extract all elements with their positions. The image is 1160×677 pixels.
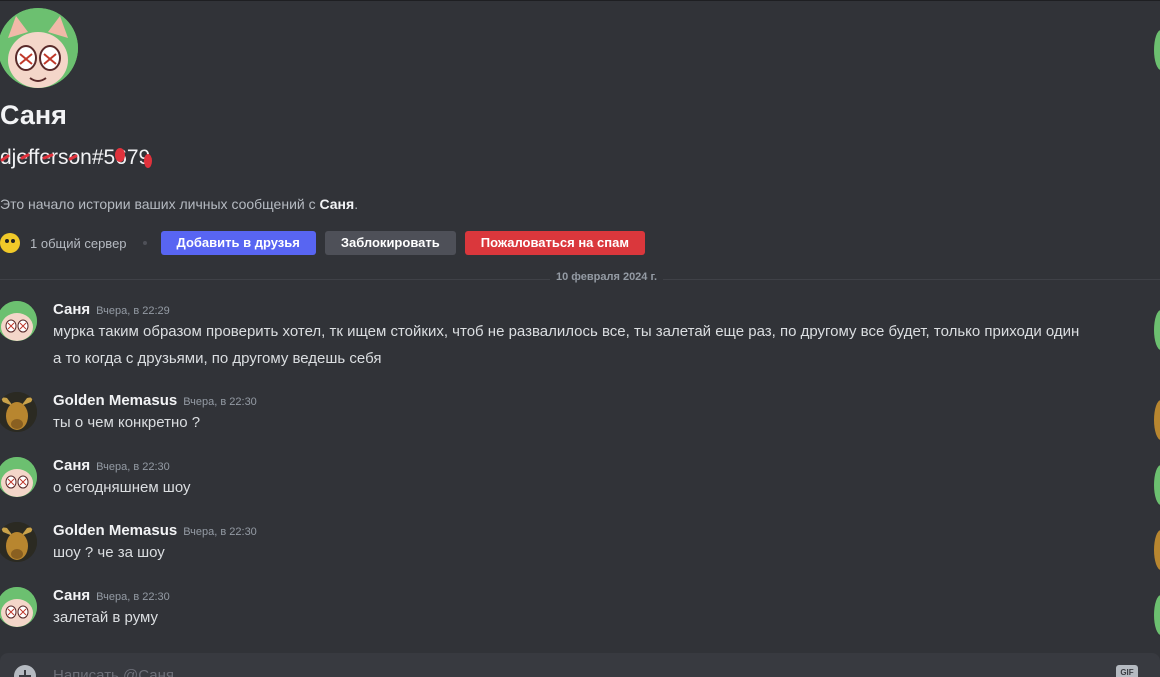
edge-avatar bbox=[1154, 30, 1160, 70]
edge-avatar bbox=[1154, 465, 1160, 505]
message-content: залетай в руму bbox=[53, 604, 1093, 631]
message-content: мурка таким образом проверить хотел, тк … bbox=[53, 318, 1093, 372]
message-line: мурка таким образом проверить хотел, тк … bbox=[53, 323, 1080, 340]
edge-avatar bbox=[1154, 530, 1160, 570]
edge-avatar bbox=[1154, 595, 1160, 635]
mutual-servers[interactable]: 1 общий сервер bbox=[30, 236, 127, 251]
message-line: залетай в руму bbox=[53, 609, 159, 626]
dm-channel: Саня djefferson#5679 Это начало истории … bbox=[0, 0, 1160, 677]
message-line: шоу ? че за шоу bbox=[53, 544, 165, 561]
message-line: о сегодняшнем шоу bbox=[53, 479, 191, 496]
message-input[interactable] bbox=[53, 665, 1053, 677]
add-friend-button[interactable]: Добавить в друзья bbox=[160, 231, 316, 255]
avatar[interactable] bbox=[0, 392, 37, 432]
message-content: шоу ? че за шоу bbox=[53, 539, 1093, 566]
avatar[interactable] bbox=[0, 587, 37, 627]
report-spam-button[interactable]: Пожаловаться на спам bbox=[464, 231, 645, 255]
avatar[interactable] bbox=[0, 301, 37, 341]
avatar[interactable] bbox=[0, 457, 37, 497]
gif-icon[interactable]: GIF bbox=[1116, 665, 1138, 677]
message-author[interactable]: Саня bbox=[53, 587, 90, 604]
message-author[interactable]: Саня bbox=[53, 457, 90, 474]
server-icon[interactable] bbox=[0, 233, 20, 253]
message-timestamp: Вчера, в 22:30 bbox=[96, 591, 170, 603]
message-timestamp: Вчера, в 22:29 bbox=[96, 305, 170, 317]
message-timestamp: Вчера, в 22:30 bbox=[183, 396, 257, 408]
right-panel-edge bbox=[1154, 0, 1160, 677]
profile-handle: djefferson#5679 bbox=[0, 146, 151, 169]
message-content: о сегодняшнем шоу bbox=[53, 474, 1093, 501]
edge-avatar bbox=[1154, 400, 1160, 440]
dm-intro-name: Саня bbox=[319, 196, 355, 212]
date-divider-label: 10 февраля 2024 г. bbox=[550, 271, 664, 283]
edge-avatar bbox=[1154, 310, 1160, 350]
message-content: ты о чем конкретно ? bbox=[53, 409, 1093, 436]
profile-name: Саня bbox=[0, 100, 67, 130]
dm-intro-text: Это начало истории ваших личных сообщени… bbox=[0, 196, 359, 212]
block-button[interactable]: Заблокировать bbox=[324, 231, 456, 255]
message-line: ты о чем конкретно ? bbox=[53, 414, 201, 431]
message-composer: GIF bbox=[0, 653, 1160, 677]
profile-avatar[interactable] bbox=[0, 8, 78, 88]
profile-actions: 1 общий сервер Добавить в друзья Заблоки… bbox=[0, 231, 645, 255]
message-line: а то когда с друзьями, по другому ведешь… bbox=[53, 350, 382, 367]
message-author[interactable]: Саня bbox=[53, 301, 90, 318]
message-timestamp: Вчера, в 22:30 bbox=[96, 461, 170, 473]
add-attachment-icon[interactable] bbox=[14, 665, 36, 677]
message-author[interactable]: Golden Memasus bbox=[53, 392, 177, 409]
top-border bbox=[0, 0, 1160, 1]
avatar[interactable] bbox=[0, 522, 37, 562]
message-author[interactable]: Golden Memasus bbox=[53, 522, 177, 539]
message-timestamp: Вчера, в 22:30 bbox=[183, 526, 257, 538]
separator-dot bbox=[142, 241, 147, 245]
